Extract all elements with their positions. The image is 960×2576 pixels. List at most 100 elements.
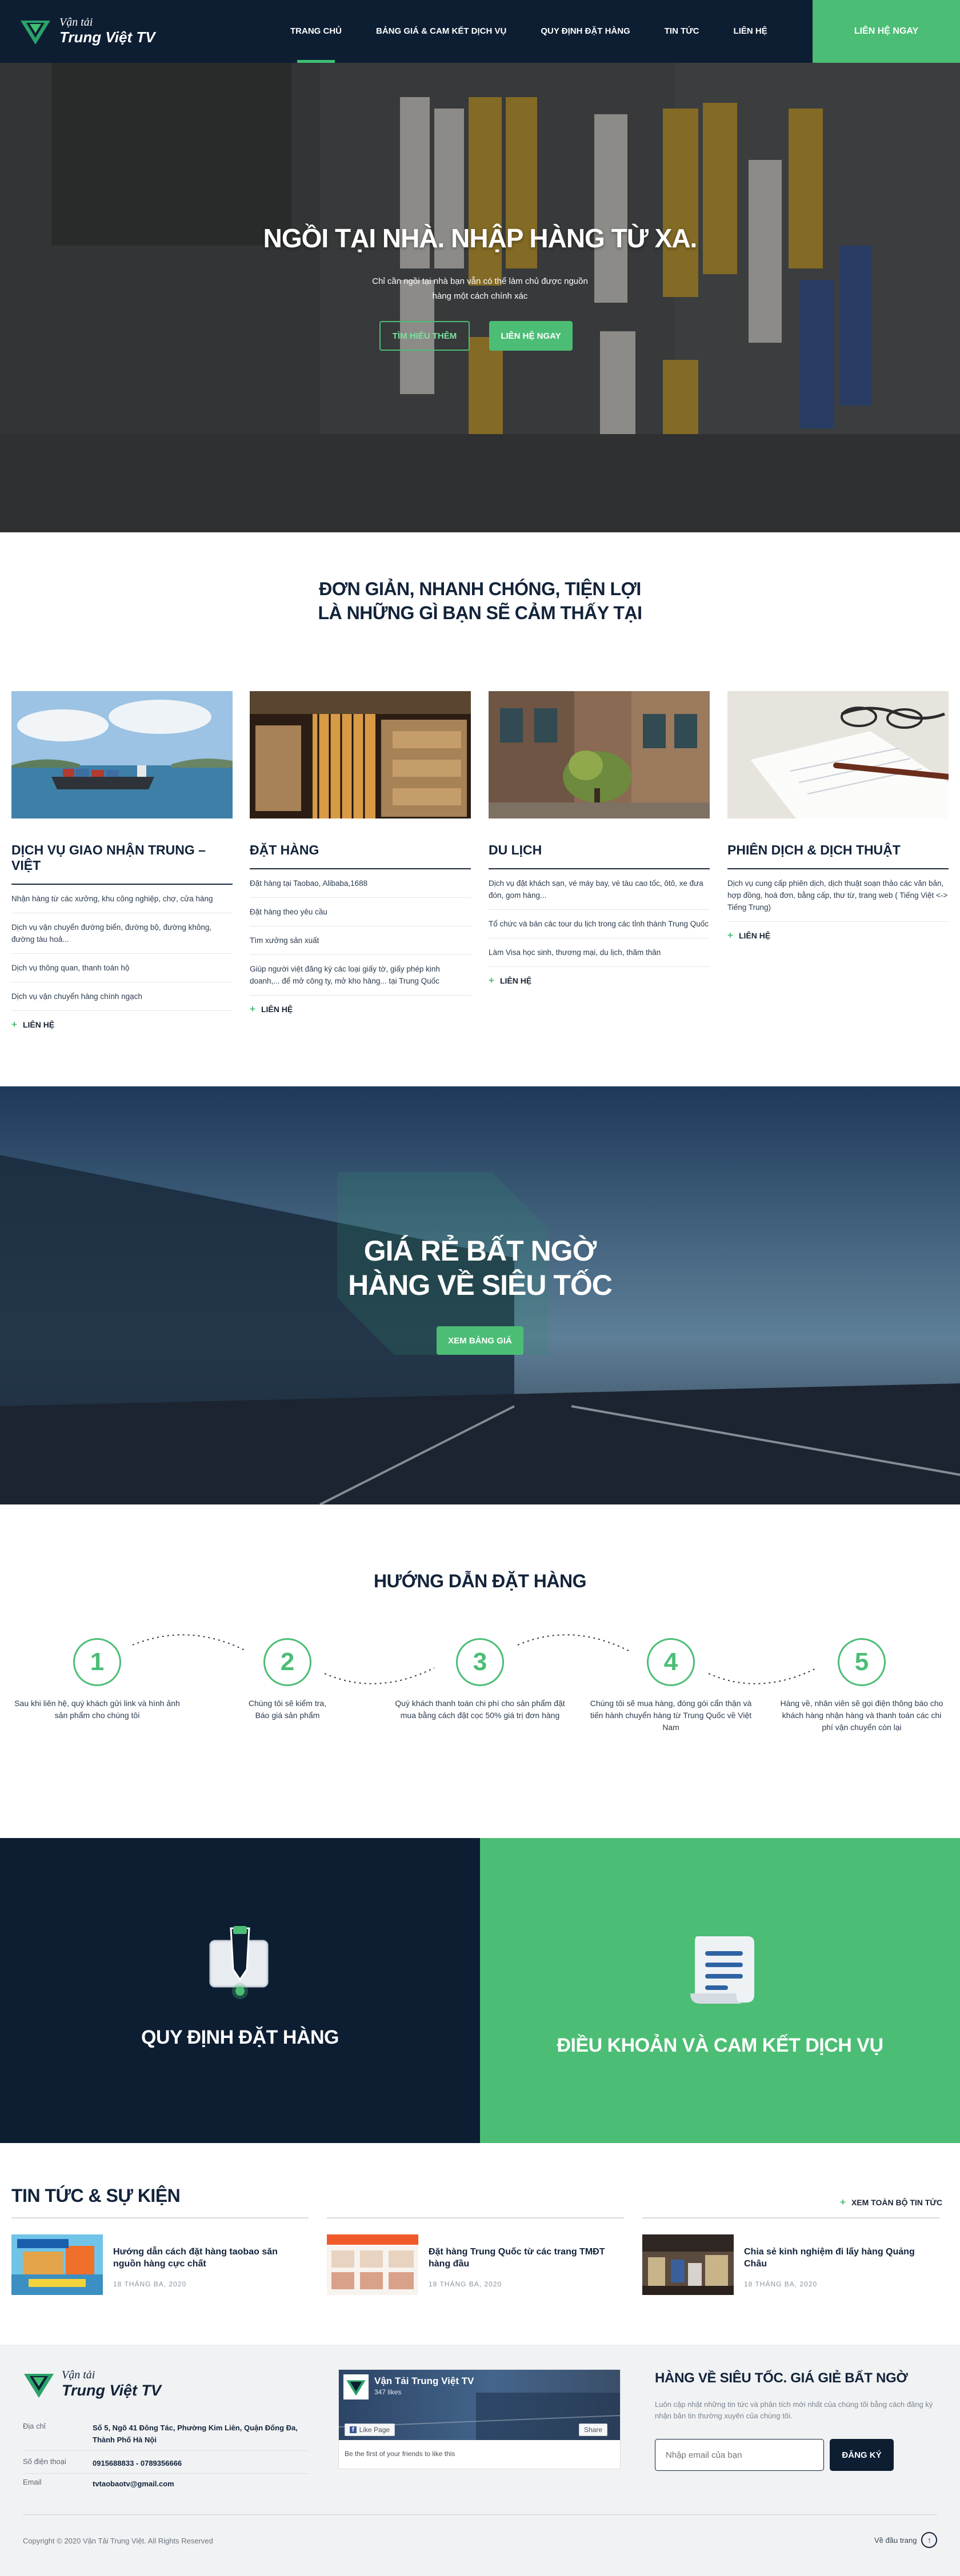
newsletter-subscribe-button[interactable]: ĐĂNG KÝ [830,2439,894,2471]
facebook-cover: Vận Tải Trung Việt TV 347 likes f Like P… [339,2370,620,2440]
list-item: Đặt hàng theo yêu cầu [250,898,471,926]
facebook-like-button[interactable]: f Like Page [345,2423,395,2436]
service-title: DỊCH VỤ GIAO NHẬN TRUNG – VIỆT [11,842,233,885]
learn-more-button[interactable]: TÌM HIỂU THÊM [379,321,470,351]
news-thumbnail [11,2234,103,2295]
service-contact-link[interactable]: + LIÊN HỆ [250,1004,471,1015]
news-item[interactable]: Hướng dẫn cách đặt hàng taobao săn nguồn… [11,2234,309,2297]
intro-line1: ĐƠN GIẢN, NHANH CHÓNG, TIỆN LỢI [319,579,641,599]
service-image-ship [11,691,233,818]
pen-tablet-icon [209,1926,269,1999]
plus-icon: + [727,930,733,941]
scroll-document-icon [690,1936,754,2004]
email-label: Email [23,2478,42,2486]
footer-email-row: Email tvtaobaotv@gmail.com [23,2478,174,2488]
divider [23,2514,937,2515]
footer-logo-line1: Vận tải [62,2369,95,2381]
hero-section: NGỒI TẠI NHÀ. NHẬP HÀNG TỪ XA. Chỉ cần n… [0,63,960,532]
service-title: DU LỊCH [489,842,710,869]
terms-panel[interactable]: ĐIỀU KHOẢN VÀ CAM KẾT DỊCH VỤ [480,1838,960,2143]
header-contact-button[interactable]: LIÊN HỆ NGAY [813,0,960,63]
hero-subtitle: Chỉ cần ngồi tại nhà bạn vẫn có thể làm … [372,276,588,301]
step-circle-4: 4 [647,1638,695,1686]
divider [642,2217,939,2218]
view-pricing-button[interactable]: XEM BẢNG GIÁ [437,1326,523,1355]
footer-logo[interactable]: Vận tải Trung Việt TV [23,2368,161,2400]
list-item: Dịch vụ đặt khách sạn, vé máy bay, vé tà… [489,869,710,910]
main-nav: TRANG CHỦ BẢNG GIÁ & CAM KẾT DỊCH VỤ QUY… [273,0,785,63]
news-title[interactable]: Hướng dẫn cách đặt hàng taobao săn nguồn… [113,2246,302,2270]
promo-heading: GIÁ RẺ BẤT NGỜ HÀNG VỀ SIÊU TỐC [0,1234,960,1302]
service-image-warehouse [250,691,471,818]
hero-title: NGỒI TẠI NHÀ. NHẬP HÀNG TỪ XA. [263,223,698,253]
nav-home[interactable]: TRANG CHỦ [273,0,359,63]
view-all-news-link[interactable]: + XEM TOÀN BỘ TIN TỨC [840,2197,942,2208]
site-logo[interactable]: Vận tải Trung Việt TV [19,15,155,47]
facebook-page-widget[interactable]: Vận Tải Trung Việt TV 347 likes f Like P… [338,2369,621,2469]
list-item: Tìm xưởng sản xuất [250,926,471,955]
step-text-2: Chúng tôi sẽ kiểm tra, Báo giá sản phẩm [248,1699,327,1720]
service-contact-link[interactable]: + LIÊN HỆ [11,1019,233,1030]
order-rules-panel[interactable]: QUY ĐỊNH ĐẶT HÀNG [0,1838,480,2143]
service-card-shipping: DỊCH VỤ GIAO NHẬN TRUNG – VIỆT Nhận hàng… [11,691,233,1030]
service-title: ĐẶT HÀNG [250,842,471,869]
terms-title: ĐIỀU KHOẢN VÀ CAM KẾT DỊCH VỤ [557,2035,883,2056]
email-value[interactable]: tvtaobaotv@gmail.com [93,2478,310,2490]
nav-news[interactable]: TIN TỨC [647,0,717,63]
list-item: Nhận hàng từ các xưởng, khu công nghiệp,… [11,885,233,913]
list-item: Tổ chức và bán các tour du lịch trong cá… [489,910,710,938]
facebook-likes: 347 likes [374,2388,402,2396]
news-thumbnail [327,2234,418,2295]
newsletter-email-input[interactable] [655,2439,824,2471]
step-circle-3: 3 [456,1638,504,1686]
list-item: Dịch vụ thông quan, thanh toán hộ [11,954,233,982]
newsletter-text: Luôn cập nhật những tin tức và phân tích… [655,2400,933,2420]
arrow-up-icon: ↑ [921,2532,938,2548]
intro-line2: LÀ NHỮNG GÌ BẠN SẼ CẢM THẤY TẠI [318,603,642,623]
facebook-icon: f [350,2426,357,2433]
service-image-notebook [727,691,949,818]
news-title[interactable]: Chia sẻ kinh nghiệm đi lấy hàng Quảng Ch… [744,2246,933,2270]
service-card-travel: DU LỊCH Dịch vụ đặt khách sạn, vé máy ba… [489,691,710,986]
nav-order-rules[interactable]: QUY ĐỊNH ĐẶT HÀNG [523,0,647,63]
service-card-ordering: ĐẶT HÀNG Đặt hàng tại Taobao, Alibaba,16… [250,691,471,1015]
service-contact-link[interactable]: + LIÊN HỆ [727,930,949,941]
list-item: Dịch vụ vận chuyển hàng chính ngạch [11,982,233,1011]
nav-pricing[interactable]: BẢNG GIÁ & CAM KẾT DỊCH VỤ [359,0,523,63]
phone-value[interactable]: 0915688833 - 0789356666 [93,2457,310,2469]
guide-heading: HƯỚNG DẪN ĐẶT HÀNG [374,1571,586,1591]
news-date: 18 THÁNG BA, 2020 [744,2280,818,2288]
list-item: Dịch vụ cung cấp phiên dịch, dịch thuật … [727,869,949,922]
step-text-4: Chúng tôi sẽ mua hàng, đóng gói cẩn thận… [590,1699,752,1732]
footer-address-row: Địa chỉ Số 5, Ngõ 41 Đông Tác, Phường Ki… [23,2422,298,2444]
back-to-top-link[interactable]: Về đầu trang ↑ [874,2532,938,2548]
order-rules-title: QUY ĐỊNH ĐẶT HÀNG [141,2027,339,2048]
list-item: Dịch vụ vận chuyển đường biển, đường bộ,… [11,913,233,954]
news-thumbnail [642,2234,734,2295]
service-title: PHIÊN DỊCH & DỊCH THUẬT [727,842,949,869]
step-text-5: Hàng về, nhân viên sẽ gọi điện thông báo… [780,1699,943,1732]
step-circle-5: 5 [838,1638,886,1686]
logo-mark-icon [24,2374,54,2398]
back-to-top-label: Về đầu trang [874,2535,917,2545]
phone-label: Số điện thoại [23,2457,66,2466]
footer-phone-row: Số điện thoại 0915688833 - 0789356666 [23,2457,182,2467]
site-header: Vận tải Trung Việt TV TRANG CHỦ BẢNG GIÁ… [0,0,960,63]
facebook-page-name[interactable]: Vận Tải Trung Việt TV [374,2376,474,2387]
divider [23,2450,309,2451]
plus-icon: + [840,2197,846,2208]
logo-mark-icon [21,21,50,45]
news-item[interactable]: Đặt hàng Trung Quốc từ các trang TMĐT hà… [327,2234,624,2297]
hero-contact-button[interactable]: LIÊN HỆ NGAY [489,321,573,351]
list-item: Làm Visa học sinh, thương mại, du lịch, … [489,938,710,967]
intro-heading: ĐƠN GIẢN, NHANH CHÓNG, TIỆN LỢI LÀ NHỮNG… [0,577,960,625]
step-text-3: Quý khách thanh toán chi phí cho sản phẩ… [395,1699,565,1720]
nav-contact[interactable]: LIÊN HỆ [717,0,785,63]
news-title[interactable]: Đặt hàng Trung Quốc từ các trang TMĐT hà… [429,2246,617,2270]
service-contact-link[interactable]: + LIÊN HỆ [489,975,710,986]
divider [23,2473,309,2474]
logo-line2: Trung Việt TV [59,28,155,46]
news-item[interactable]: Chia sẻ kinh nghiệm đi lấy hàng Quảng Ch… [642,2234,939,2297]
plus-icon: + [11,1019,17,1030]
facebook-share-button[interactable]: Share [579,2423,608,2436]
